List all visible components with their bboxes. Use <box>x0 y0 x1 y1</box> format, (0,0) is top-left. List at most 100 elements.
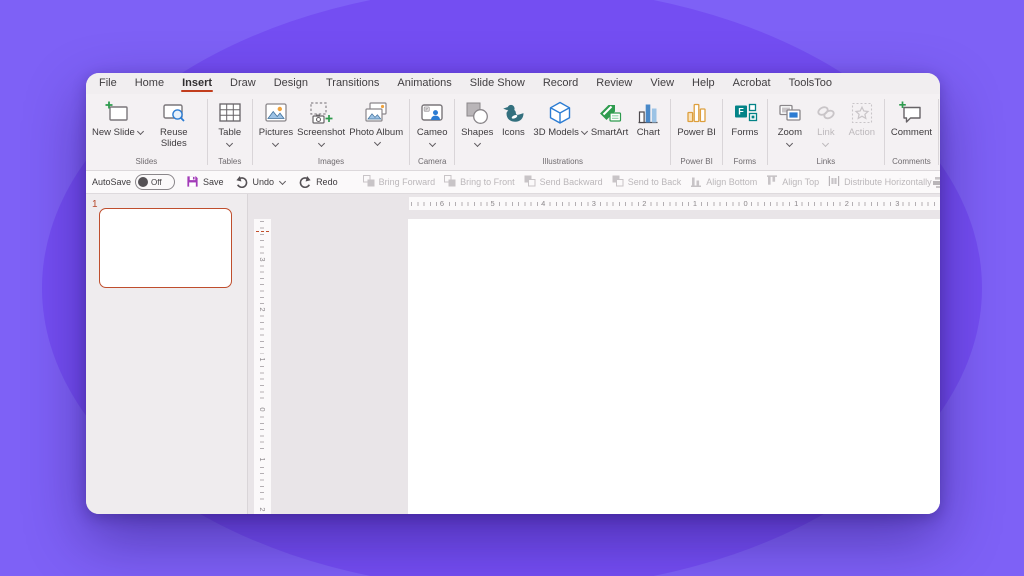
autosave-label: AutoSave <box>92 177 131 187</box>
ribbon-group-label: Forms <box>724 156 766 170</box>
chevron-down-icon <box>374 139 381 146</box>
send-backward-icon <box>524 175 536 189</box>
group-separator <box>454 99 455 165</box>
ruler-number: 0 <box>742 198 750 209</box>
qat-item-send-to-back: Send to Back <box>612 175 682 189</box>
slide-canvas[interactable] <box>408 219 940 514</box>
menu-tab-acrobat[interactable]: Acrobat <box>724 74 780 94</box>
power-bi-icon <box>684 98 710 128</box>
qat-disabled-items: Bring ForwardBring to FrontSend Backward… <box>349 175 940 189</box>
menu-tab-record[interactable]: Record <box>534 74 587 94</box>
ribbon-button-label: Forms <box>731 127 758 138</box>
svg-text:F: F <box>738 107 744 117</box>
menu-tab-design[interactable]: Design <box>265 74 317 94</box>
ribbon-button-label: New Slide <box>92 127 135 138</box>
ribbon-group-label: Power BI <box>672 156 721 170</box>
align-top-icon <box>766 175 778 189</box>
autosave-toggle[interactable]: Off <box>135 174 175 190</box>
ribbon-button-table[interactable]: Table <box>212 98 248 146</box>
qat-item-distribute-horizontally: Distribute Horizontally <box>828 175 932 189</box>
ruler-number: 1 <box>792 198 800 209</box>
save-icon <box>186 175 199 190</box>
autosave-control[interactable]: AutoSave Off <box>92 174 175 190</box>
ribbon-button-icons[interactable]: Icons <box>495 98 531 139</box>
menu-tab-file[interactable]: File <box>90 74 126 94</box>
menu-tab-animations[interactable]: Animations <box>388 74 460 94</box>
ribbon-group-label: Camera <box>411 156 453 170</box>
redo-icon <box>298 174 312 190</box>
menu-tab-bar: FileHomeInsertDrawDesignTransitionsAnima… <box>86 73 940 94</box>
align-bottom-icon <box>690 175 702 189</box>
ribbon-button-shapes[interactable]: Shapes <box>459 98 495 146</box>
ribbon-button-power-bi[interactable]: Power BI <box>675 98 718 139</box>
ruler-number: 2 <box>843 198 851 209</box>
ribbon-button-label: Shapes <box>461 127 493 138</box>
ruler-number: 3 <box>257 254 268 265</box>
group-separator <box>722 99 723 165</box>
ribbon-group-label: Comments <box>886 156 937 170</box>
ribbon-button-smartart[interactable]: SmartArt <box>589 98 630 139</box>
bring-to-front-icon <box>444 175 456 189</box>
ruler-number: 6 <box>438 198 446 209</box>
ribbon-group-forms: F Forms Forms <box>724 94 766 170</box>
action-icon <box>849 98 875 128</box>
chevron-down-icon <box>786 140 793 147</box>
ribbon-button-label: Comment <box>891 127 932 138</box>
quick-access-toolbar: AutoSave Off Save Undo Redo Bring Forwa <box>86 171 940 194</box>
toggle-knob <box>138 177 148 187</box>
slide-thumbnail-panel: 1 <box>86 194 248 514</box>
forms-icon: F <box>732 98 758 128</box>
ruler-number: 3 <box>590 198 598 209</box>
shapes-icon <box>464 98 490 128</box>
ribbon-button-label: SmartArt <box>591 127 628 138</box>
ruler-number: 1 <box>257 454 268 465</box>
menu-tab-draw[interactable]: Draw <box>221 74 265 94</box>
ribbon-button-screenshot[interactable]: Screenshot <box>295 98 347 146</box>
distribute-horizontally-icon <box>828 175 840 189</box>
ribbon-group-label: Tables <box>209 156 251 170</box>
menu-tab-toolstoo[interactable]: ToolsToo <box>780 74 841 94</box>
menu-tab-review[interactable]: Review <box>587 74 641 94</box>
menu-tab-slide-show[interactable]: Slide Show <box>461 74 534 94</box>
main-area: 1 6543210123 321012 <box>86 194 940 514</box>
ribbon-button-new-slide[interactable]: New Slide <box>90 98 145 139</box>
autosave-state: Off <box>151 178 162 187</box>
ruler-number: 3 <box>893 198 901 209</box>
smartart-icon <box>597 98 623 128</box>
menu-tab-help[interactable]: Help <box>683 74 724 94</box>
group-separator <box>409 99 410 165</box>
ribbon-button-pictures[interactable]: Pictures <box>257 98 295 146</box>
menu-tab-insert[interactable]: Insert <box>173 74 221 94</box>
ribbon-button-chart[interactable]: Chart <box>630 98 666 139</box>
ribbon-button-label: Reuse Slides <box>160 127 187 149</box>
slide-thumbnail[interactable] <box>99 208 232 288</box>
chevron-down-icon <box>272 140 279 147</box>
ribbon-button-comment[interactable]: Comment <box>889 98 934 139</box>
ribbon-button-zoom[interactable]: Zoom <box>772 98 808 146</box>
chevron-down-icon[interactable] <box>279 177 286 184</box>
qat-item-bring-to-front: Bring to Front <box>444 175 515 189</box>
menu-tab-transitions[interactable]: Transitions <box>317 74 388 94</box>
ruler-number: 4 <box>539 198 547 209</box>
ribbon-button-cameo[interactable]: P Cameo <box>414 98 450 146</box>
ribbon-button-3d-models[interactable]: 3D Models <box>531 98 588 139</box>
ribbon-group-tables: Table Tables <box>209 94 251 170</box>
ruler-number: 1 <box>257 354 268 365</box>
ribbon-button-label: Link <box>817 127 834 138</box>
ribbon-button-photo-album[interactable]: Photo Album <box>347 98 405 149</box>
slide-number: 1 <box>92 199 98 210</box>
ribbon-button-label: Action <box>849 127 875 138</box>
ribbon-group-comments: Comment Comments <box>886 94 937 170</box>
redo-button[interactable]: Redo <box>298 174 338 190</box>
ribbon-button-reuse-slides[interactable]: Reuse Slides <box>145 98 203 149</box>
save-button[interactable]: Save <box>186 175 224 190</box>
ribbon-button-forms[interactable]: F Forms <box>727 98 763 139</box>
ruler-margin-marker <box>256 231 269 232</box>
ribbon-group-links: Zoom Link Action Links <box>769 94 883 170</box>
ribbon-button-label: Pictures <box>259 127 293 138</box>
menu-tab-home[interactable]: Home <box>126 74 173 94</box>
undo-button[interactable]: Undo <box>235 174 288 190</box>
ribbon-button-link: Link <box>808 98 844 146</box>
chevron-down-icon <box>318 140 325 147</box>
menu-tab-view[interactable]: View <box>641 74 683 94</box>
